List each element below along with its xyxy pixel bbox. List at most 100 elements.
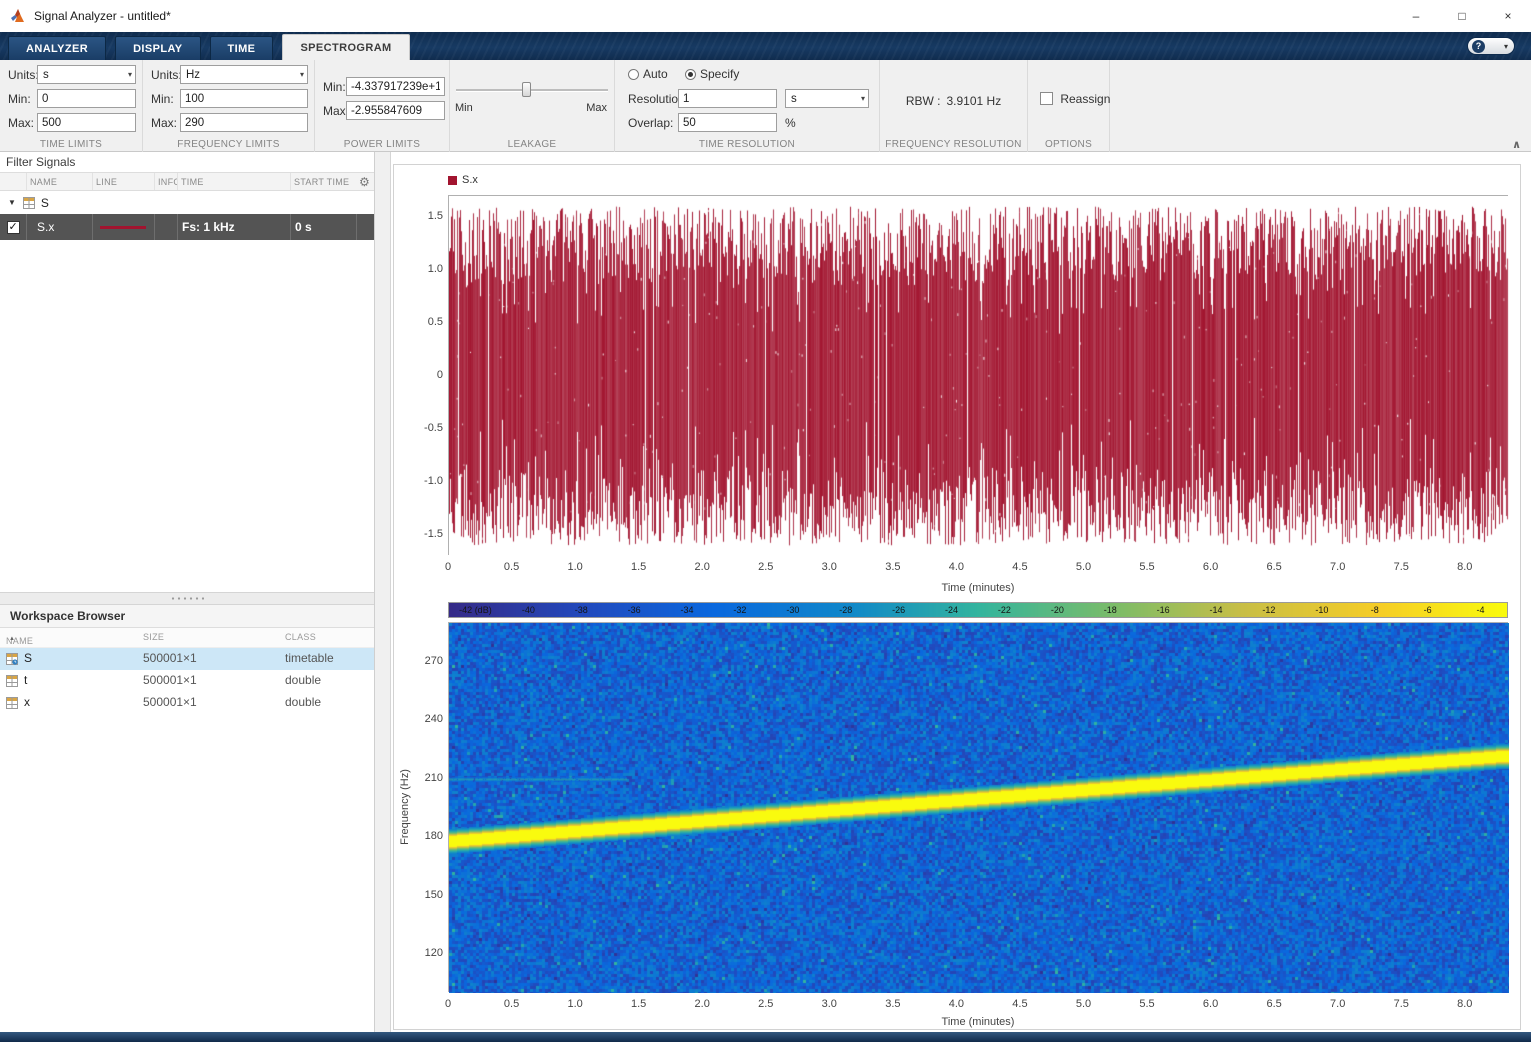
signal-name: S.x bbox=[26, 214, 92, 240]
time-max-input[interactable] bbox=[37, 113, 136, 132]
workspace-variable-class: timetable bbox=[285, 651, 334, 665]
maximize-icon: □ bbox=[1458, 9, 1465, 23]
section-power-limits: Min: Max: POWER LIMITS bbox=[315, 60, 450, 152]
resolution-input[interactable] bbox=[678, 89, 777, 108]
workspace-column-size[interactable]: SIZE bbox=[143, 632, 164, 642]
status-bar bbox=[0, 1032, 1531, 1042]
reassign-label[interactable]: Reassign bbox=[1060, 92, 1110, 106]
horizontal-splitter[interactable] bbox=[0, 592, 374, 605]
column-header-start-time[interactable]: START TIME bbox=[290, 173, 356, 190]
workspace-column-class[interactable]: CLASS bbox=[285, 632, 316, 642]
resolution-units-dropdown[interactable]: s ▾ bbox=[785, 89, 869, 108]
spectrogram-plot[interactable] bbox=[448, 622, 1508, 992]
tab-spectrogram[interactable]: SPECTROGRAM bbox=[282, 34, 409, 60]
section-leakage: Min Max LEAKAGE bbox=[450, 60, 615, 152]
signal-row[interactable]: ✓ S.x Fs: 1 kHz 0 s bbox=[0, 214, 374, 240]
section-time-resolution: Auto Specify Resolution: s ▾ Overlap: % … bbox=[615, 60, 880, 152]
spectrogram-canvas[interactable] bbox=[449, 623, 1509, 993]
column-header-time[interactable]: TIME bbox=[177, 173, 290, 190]
filter-signals-input[interactable] bbox=[4, 153, 254, 171]
column-header-name[interactable]: NAME bbox=[26, 173, 92, 190]
tab-time[interactable]: TIME bbox=[210, 36, 274, 60]
power-min-input[interactable] bbox=[346, 77, 445, 96]
wave-x-tick-label: 0 bbox=[445, 561, 451, 573]
power-max-input[interactable] bbox=[346, 101, 445, 120]
workspace-row-x[interactable]: x 500001×1 double bbox=[0, 692, 374, 714]
signal-group-row[interactable]: ▼ S bbox=[0, 191, 374, 214]
variable-icon bbox=[6, 675, 18, 687]
collapse-ribbon-icon[interactable]: ∧ bbox=[1512, 138, 1521, 151]
auto-radio-label[interactable]: Auto bbox=[643, 67, 668, 81]
wave-y-tick-label: -1.0 bbox=[424, 475, 443, 487]
freq-max-input[interactable] bbox=[180, 113, 308, 132]
time-units-label: Units: bbox=[8, 68, 39, 82]
signal-group-icon bbox=[23, 197, 35, 209]
wave-y-tick-label: 0.5 bbox=[428, 316, 443, 328]
auto-radio[interactable] bbox=[628, 69, 639, 80]
overlap-input[interactable] bbox=[678, 113, 777, 132]
spectrogram-ribbon: Units: s ▾ Min: Max: TIME LIMITS Units: … bbox=[0, 60, 1531, 152]
workspace-row-S[interactable]: S 500001×1 timetable bbox=[0, 648, 374, 670]
specify-radio[interactable] bbox=[685, 69, 696, 80]
colorbar-tick-label: -32 bbox=[733, 605, 746, 615]
colorbar-tick-label: -26 bbox=[892, 605, 905, 615]
spec-x-tick-label: 5.0 bbox=[1076, 998, 1091, 1010]
signal-table-header: NAME LINE INFO TIME START TIME ⚙ bbox=[0, 172, 374, 191]
tab-display[interactable]: DISPLAY bbox=[115, 36, 200, 60]
freq-min-input[interactable] bbox=[180, 89, 308, 108]
colorbar-tick-label: -40 bbox=[522, 605, 535, 615]
spec-x-tick-label: 0 bbox=[445, 998, 451, 1010]
section-frequency-limits: Units: Hz ▾ Min: Max: FREQUENCY LIMITS bbox=[143, 60, 315, 152]
waveform-plot[interactable] bbox=[448, 195, 1508, 555]
gear-icon[interactable]: ⚙ bbox=[359, 175, 370, 189]
waveform-canvas[interactable] bbox=[449, 196, 1509, 556]
time-min-label: Min: bbox=[8, 92, 31, 106]
specify-radio-label[interactable]: Specify bbox=[700, 67, 739, 81]
close-button[interactable]: × bbox=[1485, 0, 1531, 32]
tab-analyzer[interactable]: ANALYZER bbox=[8, 36, 106, 60]
column-header-info[interactable]: INFO bbox=[154, 173, 177, 190]
collapse-group-icon[interactable]: ▼ bbox=[8, 198, 16, 207]
time-units-dropdown[interactable]: s ▾ bbox=[37, 65, 136, 84]
resolution-units-value: s bbox=[791, 93, 797, 105]
spec-x-tick-label: 2.5 bbox=[758, 998, 773, 1010]
spec-y-tick-label: 270 bbox=[425, 655, 443, 667]
leakage-slider[interactable] bbox=[456, 82, 608, 98]
section-options: Reassign OPTIONS bbox=[1028, 60, 1110, 152]
freq-units-dropdown[interactable]: Hz ▾ bbox=[180, 65, 308, 84]
help-icon: ? bbox=[1472, 40, 1485, 53]
maximize-button[interactable]: □ bbox=[1439, 0, 1485, 32]
wave-x-tick-label: 4.5 bbox=[1012, 561, 1027, 573]
splitter-handle-icon bbox=[170, 597, 204, 600]
minimize-button[interactable]: – bbox=[1393, 0, 1439, 32]
toolstrip-tab-bar: ANALYZER DISPLAY TIME SPECTROGRAM ? ▾ bbox=[0, 32, 1531, 60]
help-button[interactable]: ? ▾ bbox=[1467, 37, 1515, 55]
spec-x-tick-label: 0.5 bbox=[504, 998, 519, 1010]
leakage-min-label: Min bbox=[455, 102, 473, 114]
spec-y-tick-label: 210 bbox=[425, 772, 443, 784]
wave-y-tick-label: 1.0 bbox=[428, 263, 443, 275]
wave-x-tick-label: 2.5 bbox=[758, 561, 773, 573]
time-min-input[interactable] bbox=[37, 89, 136, 108]
column-header-line[interactable]: LINE bbox=[92, 173, 154, 190]
wave-x-tick-label: 5.0 bbox=[1076, 561, 1091, 573]
freq-max-label: Max: bbox=[151, 116, 177, 130]
time-units-value: s bbox=[43, 69, 49, 81]
leakage-slider-handle[interactable] bbox=[522, 82, 531, 97]
signal-checkbox[interactable]: ✓ bbox=[7, 221, 20, 234]
chevron-down-icon: ▾ bbox=[128, 70, 132, 79]
spec-x-tick-label: 6.5 bbox=[1266, 998, 1281, 1010]
workspace-row-t[interactable]: t 500001×1 double bbox=[0, 670, 374, 692]
wave-x-tick-label: 6.0 bbox=[1203, 561, 1218, 573]
signal-info bbox=[154, 214, 177, 240]
waveform-legend[interactable]: S.x bbox=[448, 174, 478, 186]
spec-y-tick-label: 180 bbox=[425, 830, 443, 842]
vertical-splitter[interactable] bbox=[375, 152, 391, 1032]
spec-y-tick-label: 240 bbox=[425, 713, 443, 725]
reassign-checkbox[interactable] bbox=[1040, 92, 1053, 105]
legend-color-swatch bbox=[448, 176, 457, 185]
section-label-leakage: LEAKAGE bbox=[450, 139, 614, 150]
chevron-down-icon: ▾ bbox=[300, 70, 304, 79]
spec-x-axis-title: Time (minutes) bbox=[448, 1016, 1508, 1028]
colorbar-labels: -42 (dB)-40-38-36-34-32-30-28-26-24-22-2… bbox=[449, 603, 1507, 617]
